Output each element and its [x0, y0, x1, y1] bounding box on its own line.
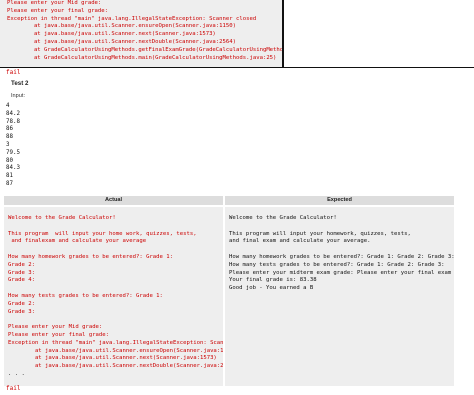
output-line: at java.base/java.util.Scanner.next(Scan…	[7, 31, 216, 38]
expected-line: and final exam and calculate your averag…	[229, 238, 371, 245]
previous-test-actual-output: Please enter your Mid grade: Please enter…	[0, 0, 282, 68]
actual-line: Welcome to the Grade Calculator!	[8, 215, 116, 221]
expected-line: How many homework grades to be entered?:…	[229, 253, 454, 260]
output-line: Please enter your final grade:	[7, 7, 109, 14]
actual-line: How many tests grades to be entered?: Gr…	[8, 292, 163, 299]
output-line: at java.base/java.util.Scanner.nextDoubl…	[7, 38, 237, 45]
input-value: 88	[6, 134, 13, 141]
expected-line: This program will input your homework, q…	[229, 230, 411, 237]
input-value: 79.5	[6, 149, 20, 156]
expected-line: Your final grade is: 83.38	[229, 277, 317, 284]
input-value: 78.8	[6, 118, 20, 125]
actual-line: This program will input your home work, …	[8, 230, 197, 237]
actual-line: Please enter your Mid grade:	[8, 324, 103, 331]
actual-line: How many homework grades to be entered?:…	[8, 253, 174, 260]
expected-line: Please enter your midterm exam grade: Pl…	[229, 269, 454, 276]
actual-line: Grade 3:	[8, 308, 35, 315]
input-value: 81	[6, 173, 13, 180]
output-line: at GradeCalculatorUsingMethods.getFinalE…	[33, 46, 282, 53]
input-value: 84.2	[6, 110, 20, 117]
expected-output-box: Welcome to the Grade Calculator! This pr…	[225, 207, 454, 386]
status-fail-bottom: fail	[6, 385, 21, 392]
output-line: Please enter your Mid grade:	[7, 0, 102, 6]
actual-line	[8, 316, 223, 324]
actual-line: Exception in thread "main" java.lang.Ill…	[8, 339, 223, 346]
actual-header: Actual	[4, 196, 223, 205]
expected-line: Good job - You earned a B	[229, 285, 314, 292]
panel-divider	[282, 0, 284, 68]
previous-test-output-text: Please enter your Mid grade: Please enter…	[0, 0, 282, 62]
input-values-list: 4 84.2 78.8 86 88 3 79.5 80 84.3 81 87	[6, 103, 20, 189]
input-value: 80	[6, 157, 13, 164]
actual-line: at java.base/java.util.Scanner.ensureOpe…	[8, 347, 223, 354]
input-value: 86	[6, 126, 13, 133]
actual-line	[8, 223, 223, 231]
actual-line: at java.base/java.util.Scanner.nextDoubl…	[8, 363, 223, 370]
output-line: at GradeCalculatorUsingMethods.main(Grad…	[7, 54, 277, 61]
actual-line: Please enter your final grade:	[8, 331, 110, 338]
actual-line: Grade 3:	[8, 269, 35, 276]
actual-output-text: Welcome to the Grade Calculator! This pr…	[4, 207, 223, 379]
expected-column: Expected Welcome to the Grade Calculator…	[225, 196, 454, 386]
actual-line: and finalexam and calculate your average	[8, 238, 147, 245]
input-value: 4	[6, 103, 10, 109]
expected-line	[229, 246, 454, 254]
expected-header: Expected	[225, 196, 454, 205]
actual-line	[8, 285, 223, 293]
actual-column: Actual Welcome to the Grade Calculator! …	[4, 196, 223, 386]
actual-line: at java.base/java.util.Scanner.next(Scan…	[8, 355, 217, 362]
output-comparison-table: Actual Welcome to the Grade Calculator! …	[4, 196, 454, 386]
output-line: Exception in thread "main" java.lang.Ill…	[7, 15, 257, 22]
input-label: Input:	[11, 93, 25, 99]
actual-line: Grade 2:	[8, 300, 35, 307]
previous-test-output-panel: Please enter your Mid grade: Please enter…	[0, 0, 474, 68]
output-line: at java.base/java.util.Scanner.ensureOpe…	[7, 23, 237, 30]
actual-output-box: Welcome to the Grade Calculator! This pr…	[4, 207, 223, 386]
actual-line: . . .	[8, 370, 25, 377]
actual-line: Grade 2:	[8, 261, 35, 268]
actual-line	[8, 246, 223, 254]
expected-line: Welcome to the Grade Calculator!	[229, 215, 337, 221]
input-value: 84.3	[6, 165, 20, 172]
input-value: 3	[6, 141, 10, 148]
expected-line: How many tests grades to be entered?: Gr…	[229, 261, 445, 268]
status-fail-top: fail	[6, 69, 21, 76]
panel-bottom-rule	[0, 67, 474, 68]
expected-line	[229, 223, 454, 231]
actual-line: Grade 4:	[8, 277, 35, 284]
input-value: 87	[6, 180, 13, 187]
test-title: Test 2	[11, 80, 29, 87]
expected-output-text: Welcome to the Grade Calculator! This pr…	[225, 207, 454, 293]
